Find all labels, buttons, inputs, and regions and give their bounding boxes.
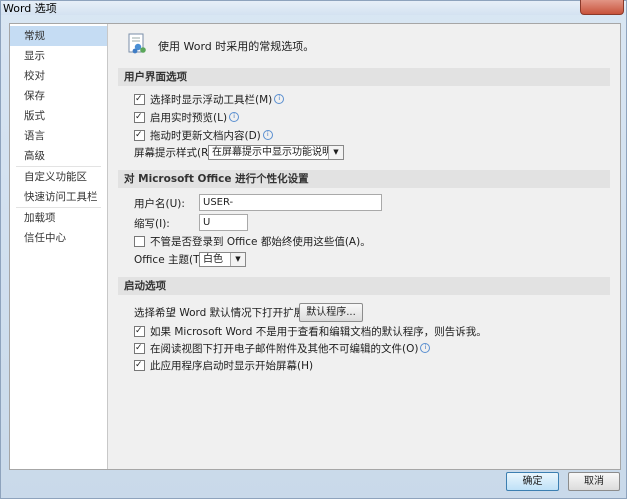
username-label: 用户名(U): [134, 198, 185, 210]
show-mini-toolbar-checkbox[interactable] [134, 91, 145, 107]
live-preview-option[interactable]: 启用实时预览(L)i [134, 109, 240, 126]
sidebar-item-label: 显示 [24, 50, 45, 62]
sidebar-item-label: 加载项 [24, 212, 56, 224]
open-attachments-checkbox[interactable] [134, 340, 145, 356]
tell-me-checkbox[interactable] [134, 323, 145, 339]
show-mini-toolbar-label: 选择时显示浮动工具栏(M) [150, 94, 273, 106]
section-startup-options: 启动选项 [118, 277, 610, 295]
open-attachments-option[interactable]: 在阅读视图下打开电子邮件附件及其他不可编辑的文件(O)i [134, 340, 431, 357]
default-programs-button[interactable]: 默认程序... [299, 303, 363, 322]
dialog-body: 常规 显示 校对 保存 版式 语言 高级 自定义功能区 快速访问工具栏 加载项 … [9, 23, 621, 470]
sidebar-item-label: 版式 [24, 110, 45, 122]
sidebar-item-label: 信任中心 [24, 232, 66, 244]
sidebar-item-language[interactable]: 语言 [10, 126, 107, 146]
always-use-values-option[interactable]: 不管是否登录到 Office 都始终使用这些值(A)。 [134, 234, 371, 250]
office-theme-value: 白色 [203, 254, 223, 265]
info-icon[interactable]: i [229, 112, 240, 122]
username-input[interactable]: USER- [199, 194, 382, 211]
show-start-screen-label: 此应用程序启动时显示开始屏幕(H) [150, 360, 314, 372]
options-sidebar: 常规 显示 校对 保存 版式 语言 高级 自定义功能区 快速访问工具栏 加载项 … [10, 24, 108, 469]
close-button[interactable] [580, 0, 624, 15]
chevron-down-icon[interactable]: ▼ [230, 253, 245, 266]
info-icon[interactable]: i [274, 94, 285, 104]
show-start-screen-checkbox[interactable] [134, 357, 145, 373]
live-preview-checkbox[interactable] [134, 109, 145, 125]
title-bar: Word 选项 [1, 0, 626, 15]
general-options-icon [128, 33, 148, 55]
word-options-window: Word 选项 常规 显示 校对 保存 版式 语言 高级 自定义功能区 快速访问… [0, 0, 627, 499]
default-extensions-label: 选择希望 Word 默认情况下打开扩展名: [134, 307, 319, 319]
show-mini-toolbar-option[interactable]: 选择时显示浮动工具栏(M)i [134, 91, 285, 108]
sidebar-item-label: 高级 [24, 150, 45, 162]
section-personalize: 对 Microsoft Office 进行个性化设置 [118, 170, 610, 188]
section-ui-options: 用户界面选项 [118, 68, 610, 86]
sidebar-item-label: 保存 [24, 90, 45, 102]
always-use-values-checkbox[interactable] [134, 235, 145, 247]
screentip-style-value: 在屏幕提示中显示功能说明 [212, 147, 332, 158]
sidebar-item-trust-center[interactable]: 信任中心 [10, 228, 107, 248]
chevron-down-icon[interactable]: ▼ [328, 146, 343, 159]
office-theme-select[interactable]: 白色 ▼ [199, 252, 246, 267]
show-start-screen-option[interactable]: 此应用程序启动时显示开始屏幕(H) [134, 357, 314, 374]
office-theme-label: Office 主题(T): [134, 254, 208, 266]
sidebar-item-display[interactable]: 显示 [10, 46, 107, 66]
sidebar-item-advanced[interactable]: 高级 [10, 146, 107, 166]
screentip-style-label: 屏幕提示样式(R): [134, 147, 217, 159]
sidebar-item-quick-access-toolbar[interactable]: 快速访问工具栏 [10, 187, 107, 207]
drag-update-label: 拖动时更新文档内容(D) [150, 130, 261, 142]
info-icon[interactable]: i [262, 130, 273, 140]
sidebar-item-general[interactable]: 常规 [10, 26, 107, 46]
window-title: Word 选项 [3, 2, 57, 15]
page-description: 使用 Word 时采用的常规选项。 [158, 40, 315, 53]
live-preview-label: 启用实时预览(L) [150, 112, 228, 124]
sidebar-item-save[interactable]: 保存 [10, 86, 107, 106]
sidebar-item-label: 常规 [24, 30, 45, 42]
sidebar-item-label: 快速访问工具栏 [24, 191, 98, 203]
sidebar-item-label: 校对 [24, 70, 45, 82]
open-attachments-label: 在阅读视图下打开电子邮件附件及其他不可编辑的文件(O) [150, 343, 419, 355]
sidebar-item-layout[interactable]: 版式 [10, 106, 107, 126]
ok-button[interactable]: 确定 [506, 472, 559, 491]
sidebar-item-label: 自定义功能区 [24, 171, 87, 183]
sidebar-item-label: 语言 [24, 130, 45, 142]
sidebar-item-customize-ribbon[interactable]: 自定义功能区 [10, 167, 107, 187]
options-main-panel: 使用 Word 时采用的常规选项。 用户界面选项 选择时显示浮动工具栏(M)i … [112, 24, 620, 469]
sidebar-item-proofing[interactable]: 校对 [10, 66, 107, 86]
info-icon[interactable]: i [420, 343, 431, 353]
drag-update-option[interactable]: 拖动时更新文档内容(D)i [134, 127, 273, 144]
sidebar-item-add-ins[interactable]: 加载项 [10, 208, 107, 228]
initials-input[interactable]: U [199, 214, 248, 231]
tell-me-label: 如果 Microsoft Word 不是用于查看和编辑文档的默认程序，则告诉我。 [150, 326, 487, 338]
initials-label: 缩写(I): [134, 218, 170, 230]
drag-update-checkbox[interactable] [134, 127, 145, 143]
screentip-style-select[interactable]: 在屏幕提示中显示功能说明 ▼ [208, 145, 344, 160]
tell-me-option[interactable]: 如果 Microsoft Word 不是用于查看和编辑文档的默认程序，则告诉我。 [134, 323, 487, 340]
cancel-button[interactable]: 取消 [568, 472, 620, 491]
always-use-values-label: 不管是否登录到 Office 都始终使用这些值(A)。 [150, 236, 371, 248]
